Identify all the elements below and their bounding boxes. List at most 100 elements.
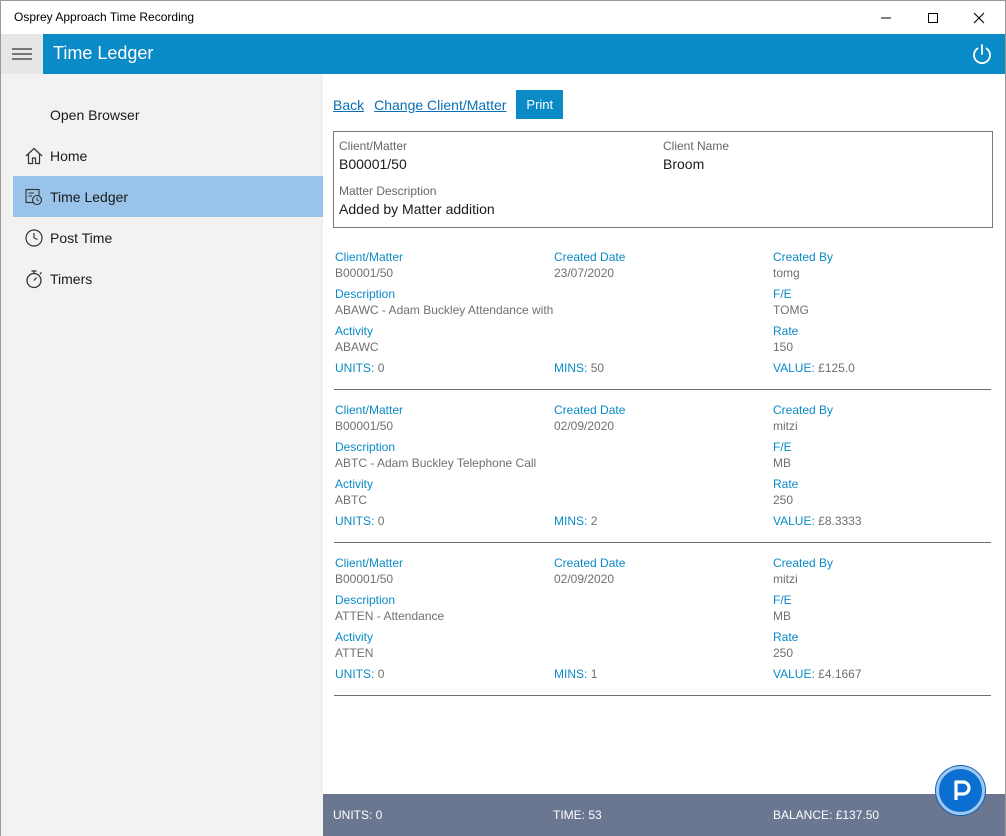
mins-label: MINS: [554, 514, 588, 528]
value-label: VALUE: [773, 514, 815, 528]
mins-summary: MINS: 2 [554, 514, 597, 528]
fe-label: F/E [773, 440, 792, 454]
fe-value: TOMG [773, 303, 809, 317]
created-date-value: 02/09/2020 [554, 572, 615, 586]
created-by-label: Created By [773, 250, 834, 264]
minimize-icon [881, 17, 891, 18]
created-by-value: tomg [773, 266, 800, 280]
description-label: Description [335, 287, 396, 301]
change-client-matter-link[interactable]: Change Client/Matter [374, 97, 506, 113]
window-title: Osprey Approach Time Recording [14, 10, 195, 24]
created-date-value: 02/09/2020 [554, 419, 615, 433]
created-date-label: Created Date [554, 556, 626, 570]
client-matter-label: Client/Matter [335, 556, 404, 570]
menu-button[interactable] [1, 34, 43, 74]
osprey-assistant-button[interactable] [936, 766, 985, 815]
description-value: ABAWC - Adam Buckley Attendance with [335, 303, 554, 317]
description-label: Description [335, 440, 396, 454]
value-value: £8.3333 [818, 514, 862, 528]
description-value: ATTEN - Attendance [335, 609, 445, 623]
created-by-label: Created By [773, 403, 834, 417]
client-matter-label: Client/Matter [339, 139, 408, 153]
ledger-icon [23, 186, 45, 208]
units-value: 0 [377, 667, 385, 681]
units-value: 0 [377, 361, 385, 375]
hamburger-icon [12, 48, 32, 60]
value-value: £125.0 [818, 361, 855, 375]
mins-label: MINS: [554, 361, 588, 375]
maximize-button[interactable] [910, 1, 956, 34]
value-value: £4.1667 [818, 667, 862, 681]
fe-value: MB [773, 456, 791, 470]
units-value: 0 [377, 514, 385, 528]
rate-value: 150 [773, 340, 794, 354]
sidebar-item-home[interactable]: Home [13, 135, 323, 176]
description-label: Description [335, 593, 396, 607]
mins-value: 50 [590, 361, 605, 375]
description-value: ABTC - Adam Buckley Telephone Call [335, 456, 537, 470]
main-content: Back Change Client/Matter Print Client/M… [323, 74, 1005, 794]
mins-value: 2 [590, 514, 598, 528]
client-matter-value: B00001/50 [335, 266, 394, 280]
ledger-entry[interactable]: Client/Matter B00001/50 Created Date 23/… [334, 237, 991, 390]
rate-label: Rate [773, 324, 799, 338]
sidebar-item-label: Timers [50, 270, 93, 287]
created-by-label: Created By [773, 556, 834, 570]
stopwatch-icon [23, 268, 45, 290]
sidebar-item-label: Home [50, 147, 88, 164]
total-balance: BALANCE: £137.50 [773, 808, 880, 822]
power-icon[interactable] [971, 43, 993, 65]
mins-summary: MINS: 1 [554, 667, 597, 681]
fe-value: MB [773, 609, 791, 623]
sidebar-item-time-ledger[interactable]: Time Ledger [13, 176, 323, 217]
client-matter-value: B00001/50 [335, 419, 394, 433]
sidebar-item-open-browser[interactable]: Open Browser [13, 94, 323, 135]
fe-label: F/E [773, 593, 792, 607]
close-icon [973, 12, 985, 23]
matter-info-box: Client/Matter B00001/50 Client Name Broo… [333, 131, 993, 228]
fe-label: F/E [773, 287, 792, 301]
activity-value: ABTC [335, 493, 368, 507]
sidebar-item-timers[interactable]: Timers [13, 258, 323, 299]
ledger-entry[interactable]: Client/Matter B00001/50 Created Date 02/… [334, 543, 991, 696]
total-units: UNITS: 0 [333, 808, 383, 822]
units-summary: UNITS: 0 [335, 667, 384, 681]
print-button[interactable]: Print [516, 90, 564, 119]
value-summary: VALUE: £125.0 [773, 361, 855, 375]
sidebar-item-label: Open Browser [50, 106, 140, 123]
value-label: VALUE: [773, 667, 815, 681]
client-matter-value: B00001/50 [335, 572, 394, 586]
value-summary: VALUE: £8.3333 [773, 514, 862, 528]
mins-value: 1 [590, 667, 598, 681]
clock-icon [23, 227, 45, 249]
maximize-icon [928, 12, 938, 23]
client-name-value: Broom [663, 156, 705, 172]
app-window: Osprey Approach Time Recording Time Ledg… [0, 0, 1006, 836]
activity-label: Activity [335, 630, 374, 644]
sidebar: Open Browser Home Time Ledger Post Time … [1, 74, 323, 836]
units-summary: UNITS: 0 [335, 514, 384, 528]
activity-label: Activity [335, 324, 374, 338]
rate-label: Rate [773, 477, 799, 491]
matter-description-label: Matter Description [339, 184, 437, 198]
mins-label: MINS: [554, 667, 588, 681]
minimize-button[interactable] [863, 1, 909, 34]
client-name-label: Client Name [663, 139, 730, 153]
activity-value: ATTEN [335, 646, 374, 660]
client-matter-label: Client/Matter [335, 403, 404, 417]
created-date-value: 23/07/2020 [554, 266, 615, 280]
created-date-label: Created Date [554, 250, 626, 264]
units-label: UNITS: [335, 361, 375, 375]
sidebar-item-label: Post Time [50, 229, 113, 246]
rate-label: Rate [773, 630, 799, 644]
client-matter-value: B00001/50 [339, 156, 407, 172]
mins-summary: MINS: 50 [554, 361, 604, 375]
created-by-value: mitzi [773, 572, 798, 586]
matter-description-value: Added by Matter addition [339, 201, 495, 217]
units-label: UNITS: [335, 514, 375, 528]
close-button[interactable] [956, 1, 1002, 34]
osprey-p-icon [953, 779, 971, 800]
sidebar-item-post-time[interactable]: Post Time [13, 217, 323, 258]
back-link[interactable]: Back [333, 97, 364, 113]
ledger-entry[interactable]: Client/Matter B00001/50 Created Date 02/… [334, 390, 991, 543]
